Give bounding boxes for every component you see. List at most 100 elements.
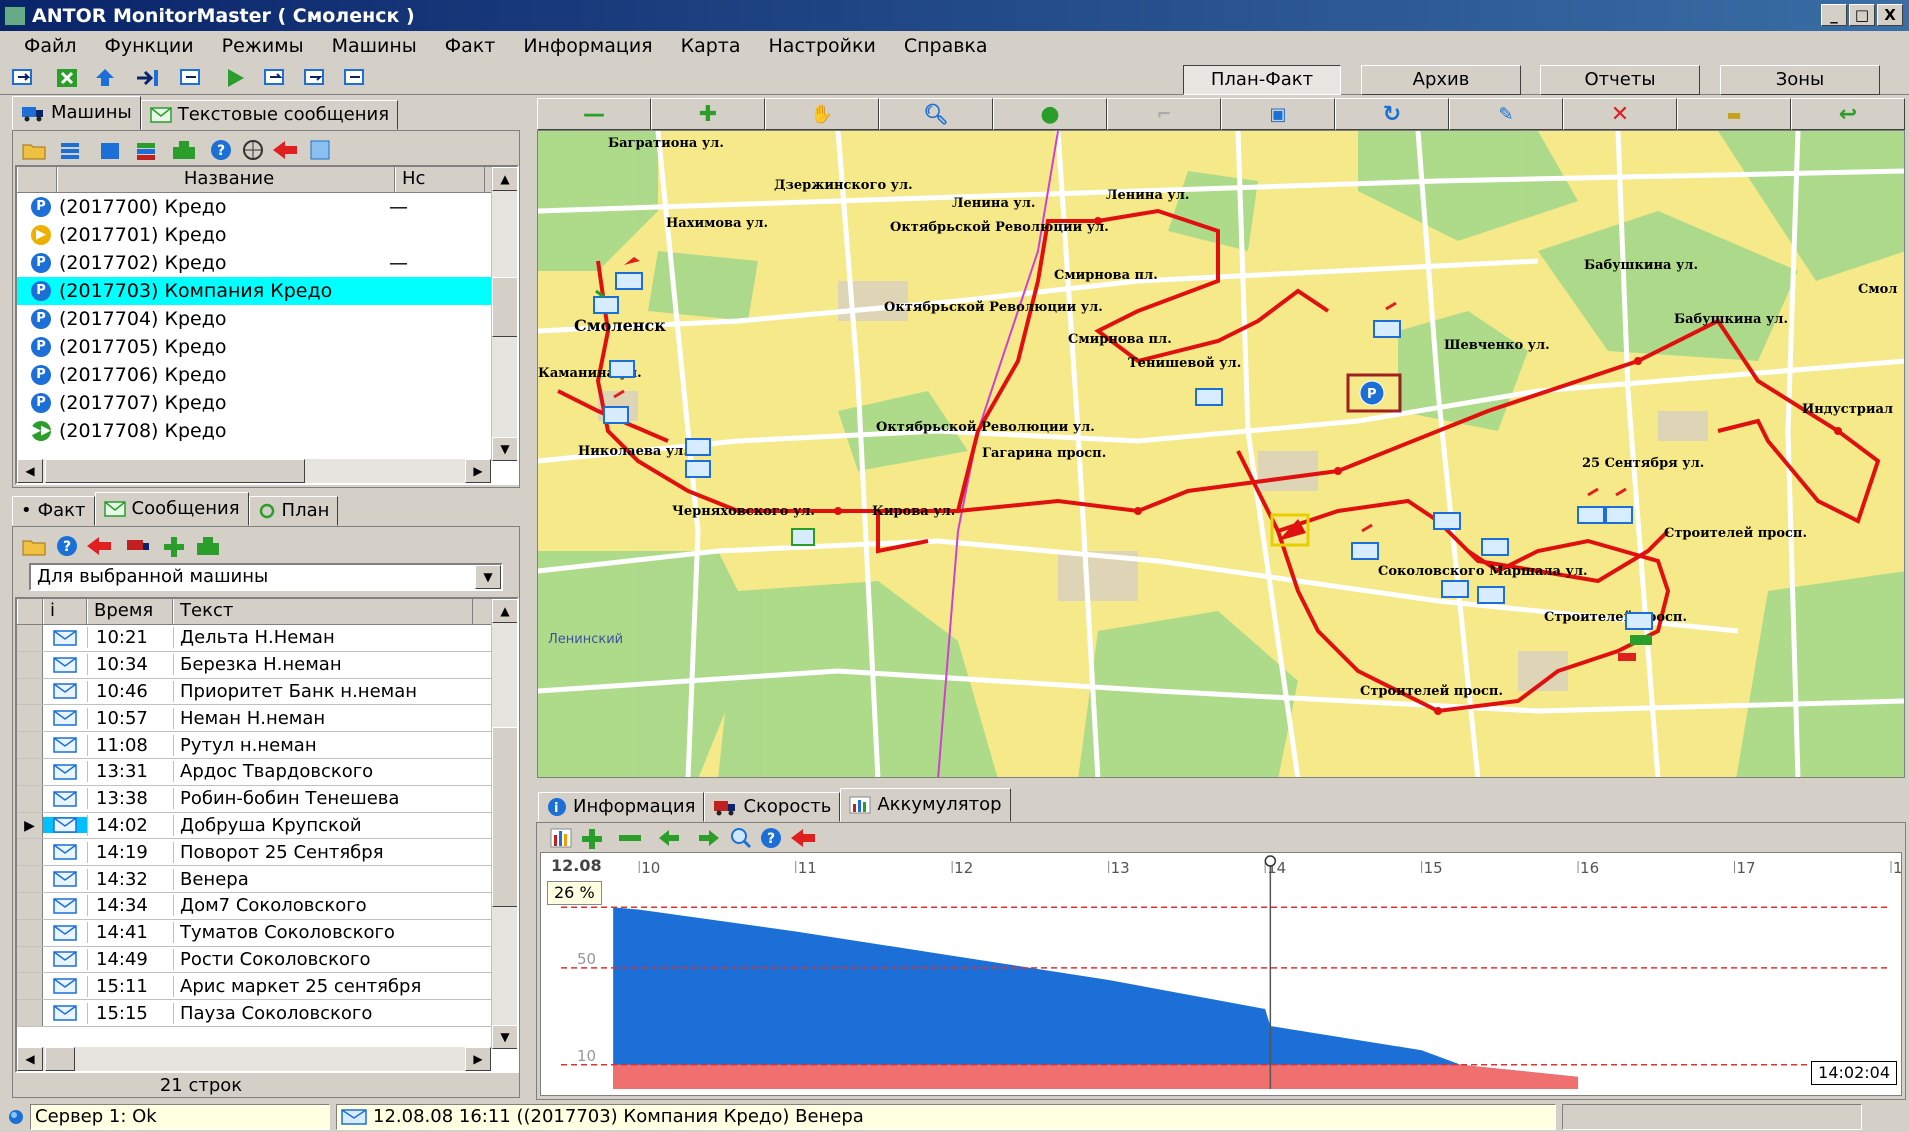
maximize-button[interactable]: □ xyxy=(1849,4,1875,26)
scroll-thumb[interactable] xyxy=(492,727,517,907)
messages-table[interactable]: i Время Текст 10:21 Дельта Н.Неман 10:34 Бе… xyxy=(15,597,519,1073)
ruler-button[interactable]: ▬ xyxy=(1677,98,1791,130)
message-row[interactable]: 14:49 Рости Соколовского xyxy=(17,946,491,974)
column-i[interactable]: i xyxy=(43,599,87,624)
message-row[interactable]: ▶ 14:02 Добруша Крупской xyxy=(17,812,491,840)
scroll-down-icon[interactable]: ▼ xyxy=(492,437,517,461)
menu-machines[interactable]: Машины xyxy=(318,35,431,57)
doc-arrow-icon-4[interactable] xyxy=(342,66,368,90)
doc-arrow-icon-2[interactable] xyxy=(262,66,288,90)
play-icon[interactable] xyxy=(222,66,248,90)
menu-modes[interactable]: Режимы xyxy=(208,35,318,57)
tab-messages[interactable]: Сообщения xyxy=(94,492,249,526)
vehicle-row[interactable]: P (2017706) Кредо xyxy=(17,361,491,389)
menu-help[interactable]: Справка xyxy=(890,35,1002,57)
vehicle-row[interactable]: ▶▶ (2017708) Кредо xyxy=(17,417,491,445)
menu-information[interactable]: Информация xyxy=(509,35,666,57)
column-num[interactable]: Нс xyxy=(395,167,485,192)
vehicle-row[interactable]: P (2017703) Компания Кредо xyxy=(17,277,491,305)
machines-hscroll[interactable]: ◀ ▶ xyxy=(17,459,491,483)
menu-functions[interactable]: Функции xyxy=(91,35,208,57)
pan-button[interactable]: ✋ xyxy=(765,98,879,130)
arrow-in-icon[interactable] xyxy=(135,66,161,90)
scroll-left-icon[interactable]: ◀ xyxy=(17,1047,43,1071)
excel-icon[interactable] xyxy=(54,66,80,90)
tab-battery[interactable]: Аккумулятор xyxy=(840,788,1011,822)
message-row[interactable]: 13:38 Робин-бобин Тенешева xyxy=(17,785,491,813)
vehicle-row[interactable]: P (2017704) Кредо xyxy=(17,305,491,333)
menu-settings[interactable]: Настройки xyxy=(755,35,890,57)
back-button[interactable]: ↩ xyxy=(1791,98,1905,130)
message-row[interactable]: 14:41 Туматов Соколовского xyxy=(17,919,491,947)
column-text[interactable]: Текст xyxy=(173,599,473,624)
reports-button[interactable]: Отчеты xyxy=(1540,65,1700,95)
tab-information[interactable]: i Информация xyxy=(538,792,705,822)
message-row[interactable]: 10:34 Березка Н.неман xyxy=(17,651,491,679)
message-row[interactable]: 15:15 Пауза Соколовского xyxy=(17,1000,491,1027)
scroll-up-icon[interactable]: ▲ xyxy=(492,167,517,191)
message-row[interactable]: 11:08 Рутул н.неман xyxy=(17,732,491,759)
messages-vscroll[interactable]: ▲ ▼ xyxy=(491,599,517,1049)
messages-hscroll[interactable]: ◀ ▶ xyxy=(17,1047,491,1071)
menu-file[interactable]: Файл xyxy=(10,35,91,57)
sort-column[interactable] xyxy=(17,167,57,192)
message-row[interactable]: 10:57 Неман Н.неман xyxy=(17,705,491,733)
zoom-rect-button[interactable]: 🔍︎ xyxy=(879,98,993,130)
scroll-left-icon[interactable]: ◀ xyxy=(17,459,43,483)
hscroll-thumb[interactable] xyxy=(45,1047,75,1071)
zoom-out-button[interactable]: — xyxy=(537,98,651,130)
message-row[interactable]: 14:19 Поворот 25 Сентября xyxy=(17,839,491,867)
map-canvas[interactable]: Багратиона ул. Дзержинского ул. Ленина у… xyxy=(538,131,1905,778)
machines-vscroll[interactable]: ▲ ▼ xyxy=(491,167,517,461)
cloud-up-icon[interactable] xyxy=(92,66,118,90)
selected-vehicle-marker[interactable]: P xyxy=(1346,373,1402,413)
scroll-thumb[interactable] xyxy=(492,277,517,337)
filter-select[interactable]: Для выбранной машины ▼ xyxy=(29,563,503,591)
refresh-button[interactable]: ↻ xyxy=(1335,98,1449,130)
tab-text-messages[interactable]: Текстовые сообщения xyxy=(140,100,399,130)
message-row[interactable]: 10:46 Приоритет Банк н.неман xyxy=(17,678,491,706)
message-row[interactable]: 14:34 Дом7 Соколовского xyxy=(17,892,491,920)
scroll-down-icon[interactable]: ▼ xyxy=(492,1025,517,1049)
vehicle-row[interactable]: P (2017700) Кредо — xyxy=(17,193,491,221)
archive-button[interactable]: Архив xyxy=(1361,65,1521,95)
battery-chart-svg[interactable]: 12.08 101112131415161718 755010 xyxy=(541,853,1902,1096)
map-view[interactable]: Багратиона ул. Дзержинского ул. Ленина у… xyxy=(537,130,1905,778)
tab-plan[interactable]: План xyxy=(248,496,339,526)
tab-machines[interactable]: Машины xyxy=(12,96,141,130)
delete-button[interactable]: ✕ xyxy=(1563,98,1677,130)
vehicle-row[interactable]: P (2017705) Кредо xyxy=(17,333,491,361)
vehicle-row[interactable]: P (2017707) Кредо xyxy=(17,389,491,417)
message-row[interactable]: 10:21 Дельта Н.Неман xyxy=(17,625,491,652)
doc-arrow-icon[interactable] xyxy=(178,66,204,90)
message-row[interactable]: 13:31 Ардос Твардовского xyxy=(17,758,491,786)
column-time[interactable]: Время xyxy=(87,599,173,624)
column-name[interactable]: Название xyxy=(57,167,395,192)
battery-chart[interactable]: 12.08 101112131415161718 755010 26 % 14:… xyxy=(540,852,1902,1096)
menu-map[interactable]: Карта xyxy=(667,35,755,57)
edit-button[interactable]: ▣ xyxy=(1221,98,1335,130)
zones-button[interactable]: Зоны xyxy=(1720,65,1880,95)
minimize-button[interactable]: _ xyxy=(1821,4,1847,26)
tab-speed[interactable]: Скорость xyxy=(704,792,841,822)
message-row[interactable]: 15:11 Арис маркет 25 сентября xyxy=(17,973,491,1001)
plan-fact-button[interactable]: План-Факт xyxy=(1183,65,1341,95)
scroll-right-icon[interactable]: ▶ xyxy=(465,459,491,483)
pen-button[interactable]: ✎ xyxy=(1449,98,1563,130)
vehicle-row[interactable]: ▶ (2017701) Кредо xyxy=(17,221,491,249)
machines-list[interactable]: Название Нс P (2017700) Кредо — ▶ (2017701) … xyxy=(15,165,519,485)
message-row[interactable]: 14:32 Венера xyxy=(17,866,491,893)
menu-fact[interactable]: Факт xyxy=(431,35,510,57)
vehicle-export-icon[interactable] xyxy=(10,66,36,90)
hscroll-thumb[interactable] xyxy=(45,459,305,483)
globe-button[interactable]: ● xyxy=(993,98,1107,130)
scroll-up-icon[interactable]: ▲ xyxy=(492,599,517,623)
zoom-in-button[interactable]: ✚ xyxy=(651,98,765,130)
chevron-down-icon[interactable]: ▼ xyxy=(475,565,501,589)
select-button[interactable]: ⌐ xyxy=(1107,98,1221,130)
close-button[interactable]: X xyxy=(1877,4,1903,26)
vehicle-row[interactable]: P (2017702) Кредо — xyxy=(17,249,491,277)
doc-arrow-icon-3[interactable] xyxy=(302,66,328,90)
tab-fact[interactable]: • Факт xyxy=(12,496,95,526)
scroll-right-icon[interactable]: ▶ xyxy=(465,1047,491,1071)
